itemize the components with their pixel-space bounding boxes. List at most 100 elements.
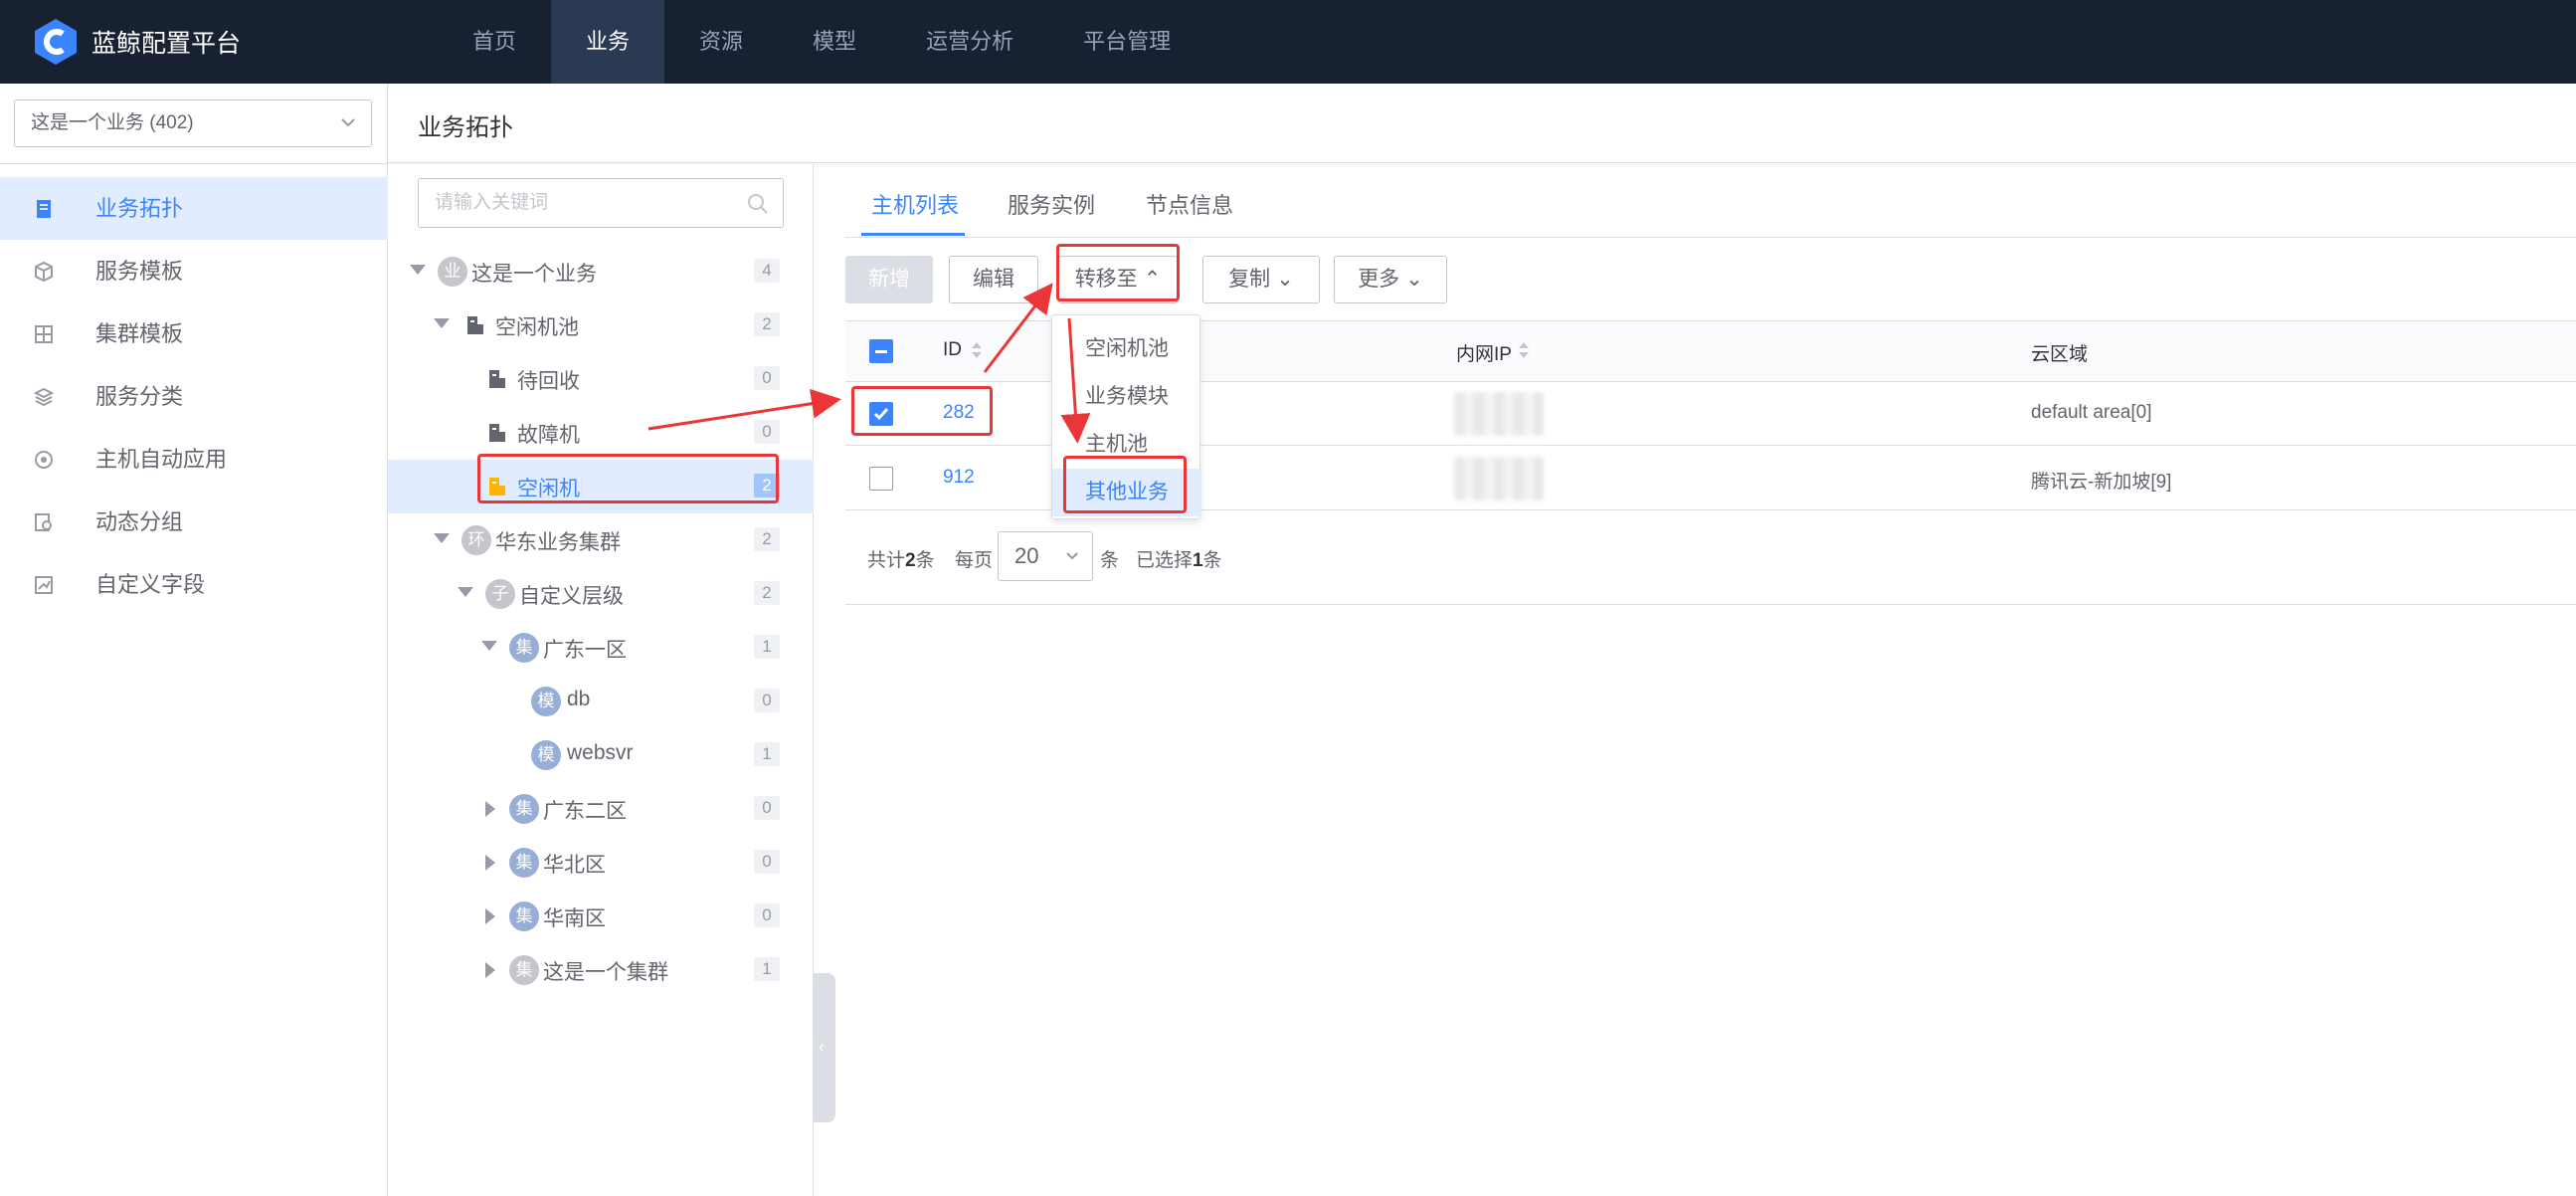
column-header-cloud-area[interactable]: 云区域 [2031, 339, 2088, 366]
tree-node-label: 自定义层级 [519, 585, 624, 608]
edit-button[interactable]: 编辑 [949, 256, 1038, 303]
sidebar-menu: 业务拓扑 服务模板 集群模板 服务分类 主机自动应用 动态分组 自定义字段 [0, 177, 388, 616]
tab-node-info[interactable]: 节点信息 [1146, 188, 1233, 220]
sidebar-divider [0, 163, 388, 164]
tree-node-count: 1 [754, 957, 780, 981]
tree-node-count: 2 [754, 581, 780, 605]
content-tabs: 主机列表 服务实例 节点信息 [845, 164, 2576, 238]
nav-resource[interactable]: 资源 [664, 0, 778, 84]
sidebar-item-label: 动态分组 [95, 509, 184, 534]
sidebar-item-service-template[interactable]: 服务模板 [0, 240, 388, 302]
annotation-box-row-282 [851, 386, 993, 436]
sidebar-item-dynamic-group[interactable]: 动态分组 [0, 491, 388, 553]
tree-node-label: 这是一个业务 [471, 263, 597, 286]
sidebar-item-label: 集群模板 [95, 321, 184, 346]
tree-node-label: 空闲机池 [495, 316, 579, 339]
tree-node-db[interactable]: 模 db 0 [388, 675, 814, 728]
tab-host-list[interactable]: 主机列表 [871, 188, 959, 220]
transfer-to-business-module[interactable]: 业务模块 [1052, 373, 1201, 421]
set-badge: 集 [509, 794, 539, 824]
nav-home[interactable]: 首页 [438, 0, 551, 84]
total-prefix: 共计 [867, 550, 906, 571]
caret-right-icon[interactable] [485, 801, 495, 817]
caret-down-icon[interactable] [434, 318, 450, 328]
caret-right-icon[interactable] [485, 962, 495, 978]
sort-icon[interactable] [971, 341, 983, 359]
tree-node-guangdong-2[interactable]: 集 广东二区 0 [388, 782, 814, 836]
tab-service-instance[interactable]: 服务实例 [1008, 188, 1095, 220]
module-badge: 模 [531, 687, 561, 716]
auto-apply-icon [35, 451, 53, 469]
tree-node-a-cluster[interactable]: 集 这是一个集群 1 [388, 943, 814, 997]
copy-button-label: 复制 [1228, 268, 1271, 291]
more-button[interactable]: 更多 ⌄ [1334, 256, 1447, 303]
nav-analysis[interactable]: 运营分析 [891, 0, 1048, 84]
tree-node-custom-level[interactable]: 子 自定义层级 2 [388, 567, 814, 621]
page-title: 业务拓扑 [418, 114, 513, 141]
tree-node-idle-pool[interactable]: 空闲机池 2 [388, 299, 814, 352]
redacted-ip [1454, 457, 1544, 500]
module-badge: 模 [531, 740, 561, 770]
tree-search-placeholder: 请输入关键词 [435, 192, 549, 213]
tree-node-guangdong-1[interactable]: 集 广东一区 1 [388, 621, 814, 675]
layers-icon [34, 387, 54, 407]
nav-business[interactable]: 业务 [551, 0, 665, 84]
sidebar-item-business-topology[interactable]: 业务拓扑 [0, 177, 388, 240]
sidebar-item-cluster-template[interactable]: 集群模板 [0, 302, 388, 365]
annotation-box-other-business [1063, 456, 1187, 513]
nav-model[interactable]: 模型 [778, 0, 891, 84]
tree-node-pending-recycle[interactable]: 待回收 0 [388, 352, 814, 406]
tree-node-south-china[interactable]: 集 华南区 0 [388, 890, 814, 943]
tree-node-count: 1 [754, 635, 780, 659]
set-badge: 集 [509, 901, 539, 931]
cloud-area-cell: default area[0] [2031, 402, 2152, 423]
tree-search-input[interactable]: 请输入关键词 [418, 178, 784, 228]
sort-icon[interactable] [1518, 341, 1530, 359]
chevron-down-icon [341, 118, 355, 127]
caret-right-icon[interactable] [485, 908, 495, 924]
page-size-select[interactable]: 20 [998, 531, 1093, 581]
tree-node-north-china[interactable]: 集 华北区 0 [388, 836, 814, 890]
custom-field-icon [35, 576, 53, 594]
collapse-tree-handle[interactable]: ‹ [814, 973, 835, 1122]
bk-cmdb-logo-icon[interactable] [34, 18, 78, 66]
annotation-box-transfer-button [1056, 244, 1180, 301]
redacted-ip [1454, 392, 1544, 436]
nav-platform-admin[interactable]: 平台管理 [1048, 0, 1205, 84]
idle-pool-icon [467, 316, 483, 334]
caret-down-icon[interactable] [458, 587, 473, 597]
caret-down-icon[interactable] [434, 533, 450, 543]
copy-button[interactable]: 复制 ⌄ [1202, 256, 1320, 303]
chevron-down-icon: ⌄ [1276, 268, 1294, 291]
business-selector[interactable]: 这是一个业务 (402) [14, 100, 372, 147]
caret-down-icon[interactable] [410, 265, 426, 275]
column-header-inner-ip[interactable]: 内网IP [1456, 339, 1512, 366]
sidebar-item-custom-field[interactable]: 自定义字段 [0, 553, 388, 616]
tree-node-count: 1 [754, 742, 780, 766]
caret-down-icon[interactable] [481, 641, 497, 651]
tree-node-count: 0 [754, 796, 780, 820]
page-size-value: 20 [1014, 543, 1039, 568]
sidebar-item-service-category[interactable]: 服务分类 [0, 365, 388, 428]
tree-node-count: 4 [754, 259, 780, 283]
search-icon[interactable] [747, 193, 769, 215]
caret-right-icon[interactable] [485, 855, 495, 871]
transfer-to-idle-pool[interactable]: 空闲机池 [1052, 325, 1201, 373]
sidebar-item-host-auto-apply[interactable]: 主机自动应用 [0, 428, 388, 491]
sidebar-item-label: 自定义字段 [95, 572, 206, 597]
select-all-checkbox[interactable] [869, 339, 893, 363]
tree-node-business[interactable]: 业 这是一个业务 4 [388, 245, 814, 299]
row-checkbox[interactable] [869, 467, 893, 491]
tree-node-faulty[interactable]: 故障机 0 [388, 406, 814, 460]
tree-node-east-cluster[interactable]: 环 华东业务集群 2 [388, 513, 814, 567]
sidebar: 这是一个业务 (402) 业务拓扑 服务模板 集群模板 服务分类 主机自动应用 … [0, 84, 388, 1196]
fault-module-icon [489, 424, 505, 442]
column-header-id[interactable]: ID [943, 339, 962, 361]
add-button[interactable]: 新增 [845, 256, 933, 303]
selected-count: 已选择1条 [1136, 545, 1222, 572]
tree-node-count: 0 [754, 850, 780, 874]
tree-node-label: 广东一区 [543, 639, 627, 662]
business-badge: 业 [438, 257, 467, 287]
tree-node-websvr[interactable]: 模 websvr 1 [388, 728, 814, 782]
host-id-link[interactable]: 912 [943, 467, 975, 489]
